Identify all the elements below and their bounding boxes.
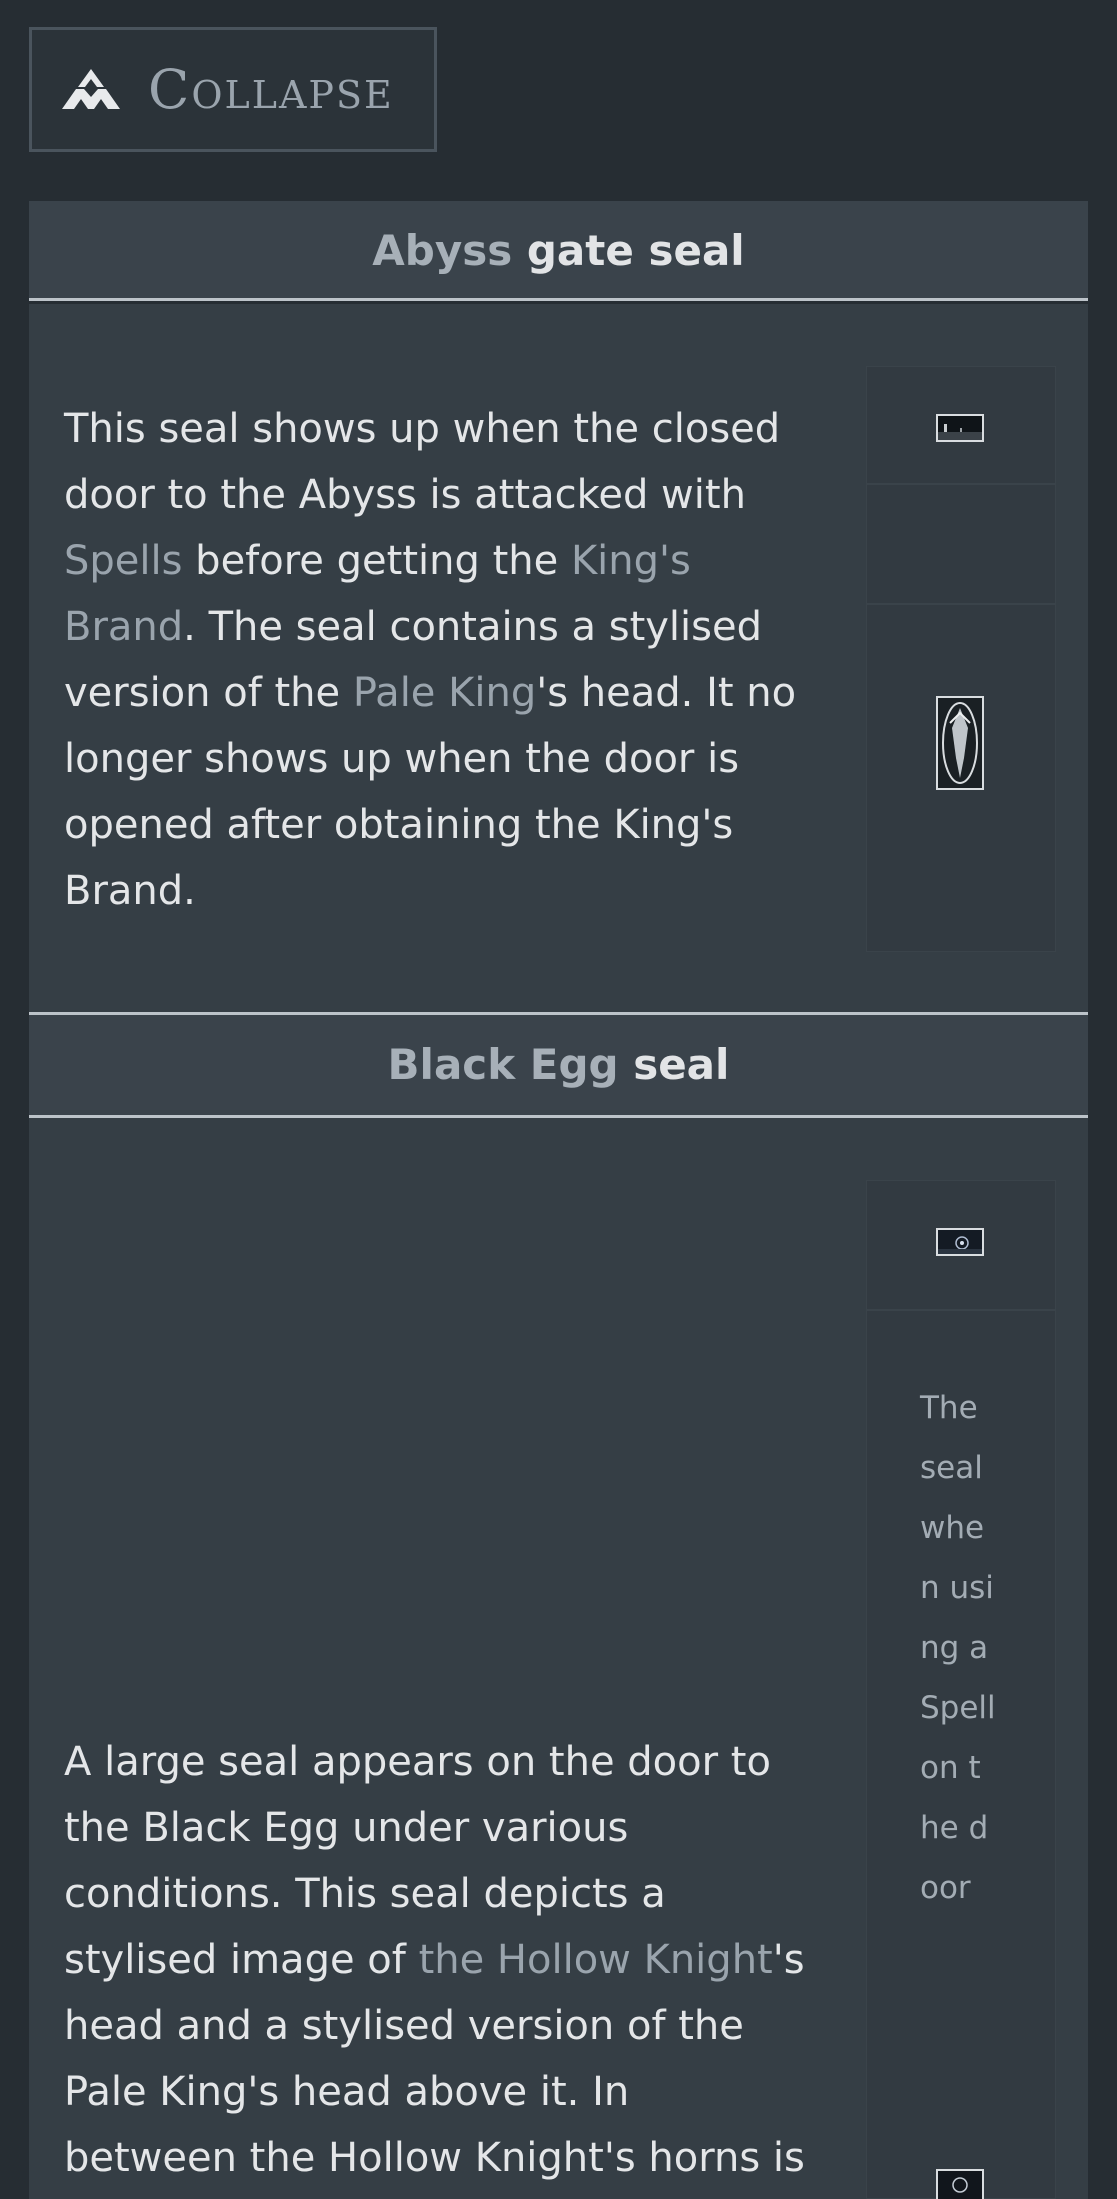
door-scene-icon bbox=[938, 424, 982, 440]
abyss-door-image[interactable] bbox=[936, 414, 984, 442]
gallery-frame bbox=[866, 484, 1056, 604]
section-title-rest: gate seal bbox=[512, 226, 745, 275]
crown-icon bbox=[62, 68, 120, 109]
pale-king-link[interactable]: Pale King bbox=[353, 670, 536, 716]
black-egg-door-image[interactable] bbox=[936, 1228, 984, 1256]
section-title-rest: seal bbox=[618, 1040, 730, 1089]
black-egg-seal-image[interactable] bbox=[936, 2169, 984, 2199]
collapse-label: Collapse bbox=[148, 58, 394, 121]
black-egg-seal-caption: The seal when using a Spell on the door bbox=[920, 1390, 996, 1906]
black-egg-seal-icon bbox=[938, 2171, 982, 2199]
black-egg-seal-gallery: The seal when using a Spell on the door bbox=[866, 1180, 1056, 2199]
black-egg-seal-description: A large seal appears on the door to the … bbox=[64, 1739, 805, 2181]
abyss-seal-image[interactable] bbox=[936, 696, 984, 790]
section-header-abyss-gate-seal: Abyss gate seal bbox=[29, 201, 1088, 301]
spells-link[interactable]: Spells bbox=[64, 538, 182, 584]
hollow-knight-link[interactable]: the Hollow Knight bbox=[419, 1937, 773, 1983]
black-egg-link[interactable]: Black Egg bbox=[388, 1040, 619, 1089]
abyss-seal-description: This seal shows up when the closed door … bbox=[64, 406, 797, 914]
collapse-button[interactable]: Collapse bbox=[29, 27, 437, 152]
abyss-seal-gallery bbox=[866, 366, 1056, 952]
black-egg-scene-icon bbox=[938, 1230, 982, 1254]
abyss-link[interactable]: Abyss bbox=[372, 226, 512, 275]
section-header-black-egg-seal: Black Egg seal bbox=[29, 1015, 1088, 1118]
pale-king-seal-icon bbox=[942, 702, 978, 784]
